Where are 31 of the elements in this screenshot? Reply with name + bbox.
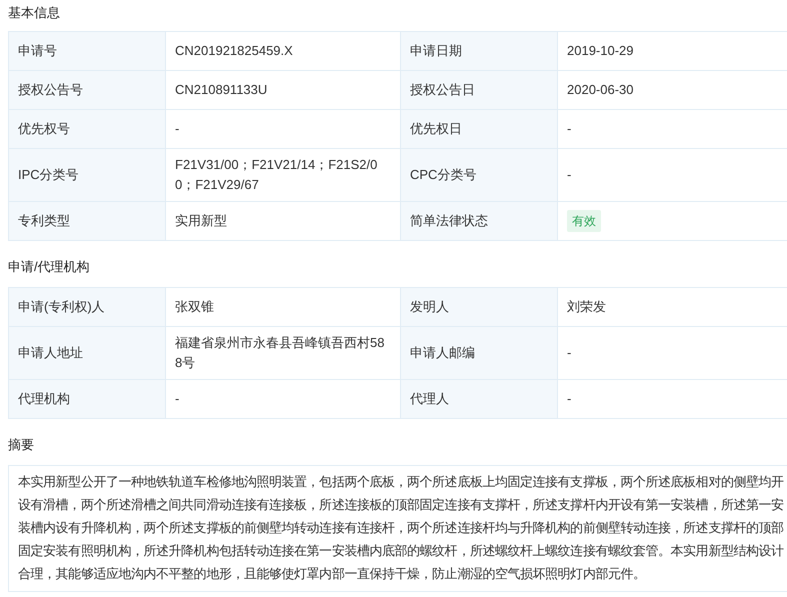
field-label: CPC分类号 — [400, 148, 558, 202]
field-label: 申请人地址 — [8, 326, 166, 380]
field-label: 专利类型 — [8, 202, 166, 240]
field-value: F21V31/00；F21V21/14；F21S2/00；F21V29/67 — [166, 148, 400, 202]
field-label: 代理人 — [400, 380, 558, 418]
field-label: 优先权号 — [8, 110, 166, 148]
section-title: 申请/代理机构 — [8, 258, 91, 276]
field-value: 刘荣发 — [558, 288, 787, 326]
field-label: 申请人邮编 — [400, 326, 558, 380]
field-value: 福建省泉州市永春县吾峰镇吾西村588号 — [166, 326, 400, 380]
field-label: 申请(专利权)人 — [8, 288, 166, 326]
field-label: 授权公告日 — [400, 70, 558, 110]
field-label: 申请日期 — [400, 32, 558, 70]
field-label: 代理机构 — [8, 380, 166, 418]
field-value: CN210891133U — [166, 70, 400, 110]
field-value: - — [166, 380, 400, 418]
field-value: - — [166, 110, 400, 148]
field-label: 优先权日 — [400, 110, 558, 148]
field-value: 实用新型 — [166, 202, 400, 240]
field-label: 申请号 — [8, 32, 166, 70]
field-value: 张双锥 — [166, 288, 400, 326]
field-label: 简单法律状态 — [400, 202, 558, 240]
field-value: CN201921825459.X — [166, 32, 400, 70]
field-label: 发明人 — [400, 288, 558, 326]
section-title: 基本信息 — [8, 4, 61, 22]
field-label: 授权公告号 — [8, 70, 166, 110]
field-label: IPC分类号 — [8, 148, 166, 202]
abstract-text: 本实用新型公开了一种地铁轨道车检修地沟照明装置，包括两个底板，两个所述底板上均固定连接有支撑板，两个所述底板相对的侧壁均开设有滑槽，两个所述滑槽之间共同滑动连接有连接板，所述连接板的顶部固定连接有支撑杆，所述支撑杆内开设有第一安装槽，所述第一安装槽内设有升降机构，两个所述支撑板的前侧壁均转动连接有连接杆，两个所述连接杆均与升降机构的前侧壁转动连接，所述支撑杆的顶部固定安装有照明机构，所述升降机构包括转动连接在第一安装槽内底部的螺纹杆，所述螺纹杆上螺纹连接有螺纹套管。本实用新型结构设计合理，其能够适应地沟内不平整的地形，且能够使灯罩内部一直保持干燥，防止潮湿的空气损坏照明灯内部元件。 — [8, 465, 787, 592]
section-title: 摘要 — [8, 436, 35, 454]
field-value: 2019-10-29 — [558, 32, 787, 70]
status-tag: 有效 — [567, 210, 601, 232]
